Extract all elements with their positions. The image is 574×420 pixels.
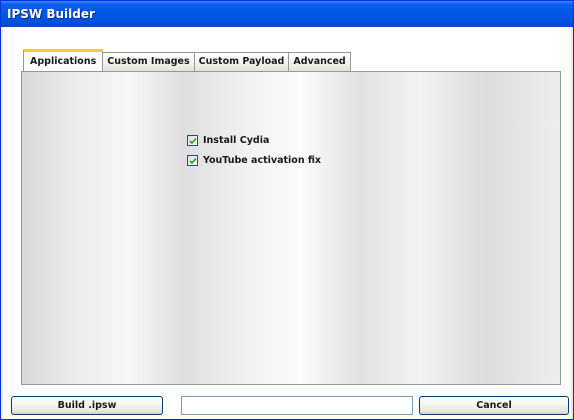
tab-custom-images[interactable]: Custom Images <box>102 52 195 71</box>
tab-custom-payload[interactable]: Custom Payload <box>193 52 290 71</box>
tab-strip: Applications Custom Images Custom Payloa… <box>23 49 351 71</box>
window-titlebar[interactable]: IPSW Builder <box>1 1 573 27</box>
install-cydia-label: Install Cydia <box>203 135 270 146</box>
build-ipsw-button[interactable]: Build .ipsw <box>11 396 163 415</box>
tab-applications[interactable]: Applications <box>23 49 104 71</box>
youtube-activation-fix-option[interactable]: YouTube activation fix <box>187 155 321 166</box>
checkmark-icon <box>189 157 197 165</box>
cancel-button[interactable]: Cancel <box>419 396 569 415</box>
window-title: IPSW Builder <box>7 7 95 21</box>
youtube-activation-fix-label: YouTube activation fix <box>203 155 322 166</box>
ipsw-builder-window: IPSW Builder Applications Custom Images … <box>0 0 574 420</box>
youtube-activation-fix-checkbox[interactable] <box>187 155 198 166</box>
install-cydia-checkbox[interactable] <box>187 135 198 146</box>
install-cydia-option[interactable]: Install Cydia <box>187 135 269 146</box>
bottom-action-bar: Build .ipsw Cancel <box>3 393 571 417</box>
window-client-area: Applications Custom Images Custom Payloa… <box>3 27 571 419</box>
status-field[interactable] <box>181 396 413 415</box>
tab-advanced[interactable]: Advanced <box>288 52 351 71</box>
applications-tab-panel: Install Cydia YouTube activation fix <box>21 71 561 385</box>
checkmark-icon <box>189 137 197 145</box>
